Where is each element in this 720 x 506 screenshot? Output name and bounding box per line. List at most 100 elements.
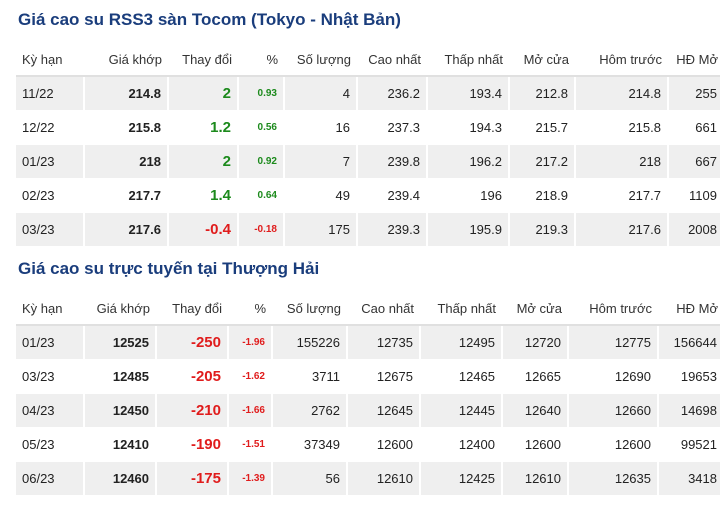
volume-cell: 49 <box>284 178 358 213</box>
open-cell: 215.7 <box>509 110 576 145</box>
open-interest-cell: 255 <box>668 76 720 111</box>
table-row: 01/23 12525 -250 -1.96 155226 12735 12495 12720… <box>16 325 720 360</box>
column-header: Giá khớp <box>84 44 168 77</box>
percent-cell: -0.18 <box>238 212 285 247</box>
high-cell: 12610 <box>347 461 421 496</box>
previous-close-cell: 12600 <box>568 427 659 462</box>
price-cell: 12410 <box>84 427 157 462</box>
low-cell: 12425 <box>420 461 503 496</box>
price-cell: 218 <box>84 144 169 179</box>
open-interest-cell: 3418 <box>658 461 720 496</box>
column-header: % <box>238 44 284 77</box>
open-cell: 212.8 <box>509 76 576 111</box>
previous-close-cell: 12690 <box>568 359 659 394</box>
term-cell: 03/23 <box>16 359 85 394</box>
open-interest-cell: 667 <box>668 144 720 179</box>
low-cell: 12445 <box>420 393 503 428</box>
low-cell: 196 <box>427 178 510 213</box>
column-header: Thấp nhất <box>420 293 502 326</box>
tocom-title: Giá cao su RSS3 sàn Tocom (Tokyo - Nhật … <box>18 10 401 29</box>
term-cell: 04/23 <box>16 393 85 428</box>
open-interest-cell: 19653 <box>658 359 720 394</box>
open-interest-cell: 2008 <box>668 212 720 247</box>
volume-cell: 37349 <box>272 427 348 462</box>
high-cell: 12675 <box>347 359 421 394</box>
price-cell: 12525 <box>84 325 157 360</box>
percent-cell: 0.64 <box>238 178 285 213</box>
open-cell: 219.3 <box>509 212 576 247</box>
column-header: Số lượng <box>272 293 347 326</box>
low-cell: 12400 <box>420 427 503 462</box>
change-cell: -0.4 <box>168 212 239 247</box>
table-row: 03/23 12485 -205 -1.62 3711 12675 12465 12665 12… <box>16 359 720 394</box>
column-header: Kỳ hạn <box>16 293 84 326</box>
high-cell: 237.3 <box>357 110 428 145</box>
low-cell: 196.2 <box>427 144 510 179</box>
high-cell: 236.2 <box>357 76 428 111</box>
open-cell: 12610 <box>502 461 569 496</box>
high-cell: 239.4 <box>357 178 428 213</box>
volume-cell: 4 <box>284 76 358 111</box>
tocom-table: Kỳ hạn Giá khớp Thay đổi% Số lượng Cao nhất T… <box>16 44 720 247</box>
change-cell: 1.2 <box>168 110 239 145</box>
change-cell: -175 <box>156 461 229 496</box>
high-cell: 239.3 <box>357 212 428 247</box>
change-cell: 2 <box>168 76 239 111</box>
table-row: 06/23 12460 -175 -1.39 56 12610 12425 12610 1263… <box>16 461 720 496</box>
percent-cell: 0.92 <box>238 144 285 179</box>
low-cell: 12465 <box>420 359 503 394</box>
term-cell: 01/23 <box>16 325 85 360</box>
percent-cell: -1.39 <box>228 461 273 496</box>
column-header: Thay đổi <box>156 293 228 326</box>
change-cell: 2 <box>168 144 239 179</box>
percent-cell: 0.56 <box>238 110 285 145</box>
table-row: 03/23 217.6 -0.4 -0.18 175 239.3 195.9 219.3 217… <box>16 212 720 247</box>
percent-cell: -1.66 <box>228 393 273 428</box>
volume-cell: 7 <box>284 144 358 179</box>
previous-close-cell: 217.6 <box>575 212 669 247</box>
column-header: Thay đổi <box>168 44 238 77</box>
table-header-row: Kỳ hạn Giá khớp Thay đổi% Số lượng Cao nhất T… <box>16 293 720 326</box>
volume-cell: 2762 <box>272 393 348 428</box>
open-interest-cell: 661 <box>668 110 720 145</box>
open-cell: 12640 <box>502 393 569 428</box>
change-cell: -190 <box>156 427 229 462</box>
previous-close-cell: 215.8 <box>575 110 669 145</box>
column-header: Mở cửa <box>502 293 568 326</box>
price-cell: 12485 <box>84 359 157 394</box>
previous-close-cell: 12775 <box>568 325 659 360</box>
price-cell: 215.8 <box>84 110 169 145</box>
percent-cell: -1.51 <box>228 427 273 462</box>
column-header: Hôm trước <box>568 293 658 326</box>
column-header: HĐ Mở <box>658 293 720 326</box>
column-header: Thấp nhất <box>427 44 509 77</box>
term-cell: 05/23 <box>16 427 85 462</box>
open-interest-cell: 1109 <box>668 178 720 213</box>
column-header: Số lượng <box>284 44 357 77</box>
table-row: 05/23 12410 -190 -1.51 37349 12600 12400 12600 1… <box>16 427 720 462</box>
table-header-row: Kỳ hạn Giá khớp Thay đổi% Số lượng Cao nhất T… <box>16 44 720 77</box>
open-cell: 217.2 <box>509 144 576 179</box>
previous-close-cell: 12660 <box>568 393 659 428</box>
column-header: % <box>228 293 272 326</box>
table-row: 01/23 218 2 0.92 7 239.8 196.2 217.2 218 667 <box>16 144 720 179</box>
price-cell: 217.7 <box>84 178 169 213</box>
open-interest-cell: 156644 <box>658 325 720 360</box>
volume-cell: 175 <box>284 212 358 247</box>
table-row: 12/22 215.8 1.2 0.56 16 237.3 194.3 215.7 215.8 6… <box>16 110 720 145</box>
column-header: HĐ Mở <box>668 44 720 77</box>
term-cell: 06/23 <box>16 461 85 496</box>
high-cell: 12600 <box>347 427 421 462</box>
column-header: Kỳ hạn <box>16 44 84 77</box>
open-cell: 12720 <box>502 325 569 360</box>
table-row: 04/23 12450 -210 -1.66 2762 12645 12445 12640 12… <box>16 393 720 428</box>
previous-close-cell: 12635 <box>568 461 659 496</box>
table-row: 11/22 214.8 2 0.93 4 236.2 193.4 212.8 214.8 255 <box>16 76 720 111</box>
volume-cell: 155226 <box>272 325 348 360</box>
low-cell: 194.3 <box>427 110 510 145</box>
open-interest-cell: 14698 <box>658 393 720 428</box>
change-cell: -250 <box>156 325 229 360</box>
volume-cell: 16 <box>284 110 358 145</box>
percent-cell: 0.93 <box>238 76 285 111</box>
price-cell: 214.8 <box>84 76 169 111</box>
